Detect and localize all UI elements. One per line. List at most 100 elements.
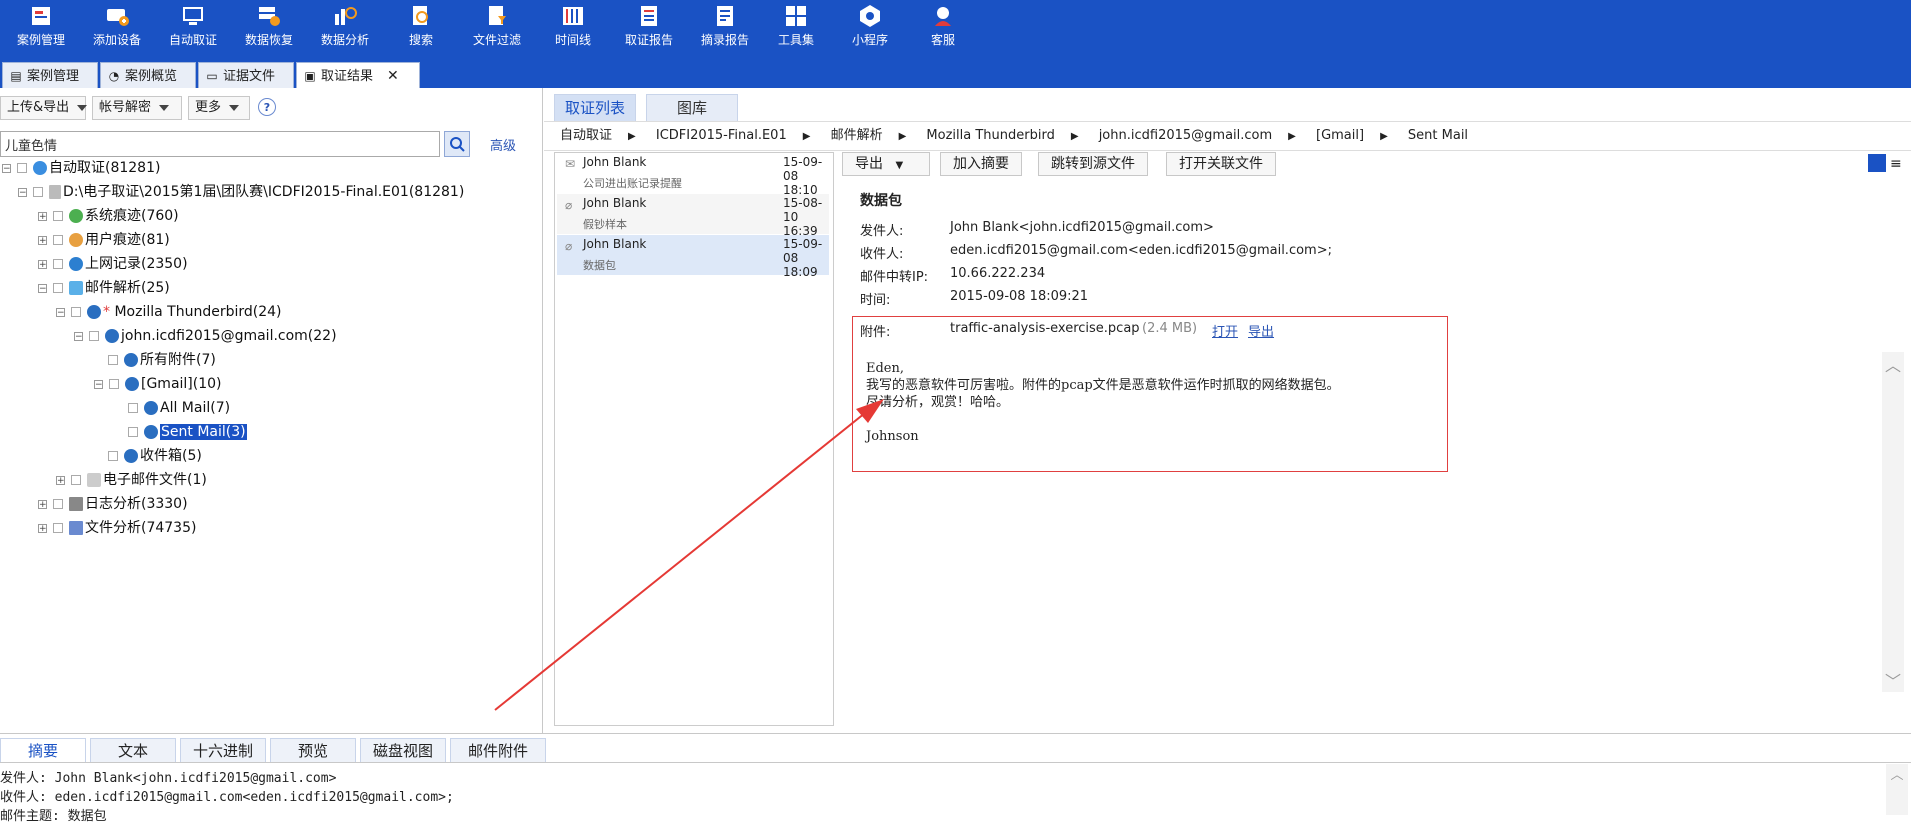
file-filter-button[interactable]: 文件过滤 [462,0,532,52]
tab-preview[interactable]: 预览 [270,738,356,762]
scrollbar[interactable]: ︿ ﹀ [1882,352,1904,692]
mail-list-item[interactable]: ✉ John Blank 15-09-08 18:10 公司进出账记录提醒 [557,153,829,197]
open-attachment-link[interactable]: 打开 [1212,321,1238,340]
checkbox[interactable] [108,355,118,365]
checkbox[interactable] [108,451,118,461]
search-button[interactable]: 搜索 [386,0,456,52]
breadcrumb-item[interactable]: Sent Mail [1408,128,1468,143]
checkbox[interactable] [53,211,63,221]
checkbox[interactable] [33,187,43,197]
tree-node-inbox[interactable]: 收件箱(5) [108,446,202,466]
grid-view-icon[interactable] [1868,154,1886,172]
collapse-icon[interactable]: − [2,163,11,173]
tab-forensic-result[interactable]: ▣ 取证结果 ✕ [296,62,420,89]
breadcrumb-item[interactable]: 自动取证 [560,128,612,143]
tab-case-manage[interactable]: ▤ 案例管理 [2,62,98,88]
add-excerpt-button[interactable]: 加入摘要 [940,152,1022,176]
tab-forensic-list[interactable]: 取证列表 [554,94,637,121]
export-dropdown[interactable]: 导出 ▼ [842,152,930,176]
toolkit-button[interactable]: 工具集 [761,0,831,52]
tree-node-sent-mail[interactable]: Sent Mail(3) [128,422,247,442]
tab-disk-view[interactable]: 磁盘视图 [360,738,446,762]
export-attachment-link[interactable]: 导出 [1248,321,1274,340]
checkbox[interactable] [128,427,138,437]
auto-forensic-button[interactable]: 自动取证 [158,0,228,52]
breadcrumb-item[interactable]: john.icdfi2015@gmail.com [1099,128,1272,143]
add-device-button[interactable]: 添加设备 [82,0,152,52]
expand-icon[interactable]: + [38,523,47,533]
tree-node-mail-parse[interactable]: − 邮件解析(25) [38,278,170,298]
tab-case-overview[interactable]: ◔ 案例概览 [100,62,196,88]
checkbox[interactable] [53,235,63,245]
expand-icon[interactable]: + [38,211,47,221]
tree-node-email-files[interactable]: + 电子邮件文件(1) [56,470,207,490]
mail-list-item[interactable]: ⌀ John Blank 15-08-10 16:39 假钞样本 [557,194,829,238]
tab-mail-attachment[interactable]: 邮件附件 [450,738,546,762]
case-manage-button[interactable]: 案例管理 [6,0,76,52]
breadcrumb-item[interactable]: 邮件解析 [831,128,883,143]
checkbox[interactable] [128,403,138,413]
close-icon[interactable]: ✕ [387,68,399,84]
search-submit-button[interactable] [444,131,470,157]
tree-node-all-attachments[interactable]: 所有附件(7) [108,350,216,370]
collapse-icon[interactable]: − [56,307,65,317]
expand-icon[interactable]: + [38,235,47,245]
mail-list-item-selected[interactable]: ⌀ John Blank 15-09-08 18:09 数据包 [557,235,829,279]
checkbox[interactable] [53,259,63,269]
help-icon[interactable]: ? [258,98,276,116]
checkbox[interactable] [53,499,63,509]
tree-node-log-analysis[interactable]: + 日志分析(3330) [38,494,188,514]
checkbox[interactable] [53,523,63,533]
checkbox[interactable] [71,475,81,485]
expand-icon[interactable]: + [56,475,65,485]
advanced-search-link[interactable]: 高级 [490,135,516,154]
checkbox[interactable] [89,331,99,341]
list-view-icon[interactable]: ≡ [1890,156,1902,172]
breadcrumb-item[interactable]: ICDFI2015-Final.E01 [656,128,787,143]
excerpt-report-button[interactable]: 摘录报告 [690,0,760,52]
data-recovery-button[interactable]: 数据恢复 [234,0,304,52]
expand-icon[interactable]: + [38,259,47,269]
tab-gallery[interactable]: 图库 [646,94,738,121]
tree-node-thunderbird[interactable]: − * Mozilla Thunderbird(24) [56,302,281,322]
account-decrypt-dropdown[interactable]: 帐号解密 [92,96,182,120]
report-button[interactable]: 取证报告 [614,0,684,52]
checkbox[interactable] [71,307,81,317]
tree-node-auto-forensic[interactable]: − 自动取证(81281) [2,158,160,178]
tab-hex[interactable]: 十六进制 [180,738,266,762]
search-input[interactable] [0,131,440,157]
collapse-icon[interactable]: − [38,283,47,293]
checkbox[interactable] [109,379,119,389]
scroll-down-icon[interactable]: ﹀ [1882,668,1904,692]
tab-evidence-file[interactable]: ▭ 证据文件 [198,62,294,88]
tree-node-file-analysis[interactable]: + 文件分析(74735) [38,518,196,538]
open-related-button[interactable]: 打开关联文件 [1166,152,1276,176]
customer-service-button[interactable]: 客服 [908,0,978,52]
checkbox[interactable] [17,163,27,173]
collapse-icon[interactable]: − [74,331,83,341]
tree-node-all-mail[interactable]: All Mail(7) [128,398,230,418]
breadcrumb-item[interactable]: [Gmail] [1316,128,1364,143]
tab-summary[interactable]: 摘要 [0,738,86,762]
data-analysis-button[interactable]: 数据分析 [310,0,380,52]
tree-node-web-records[interactable]: + 上网记录(2350) [38,254,188,274]
timeline-button[interactable]: 时间线 [538,0,608,52]
scroll-up-icon[interactable]: ︿ [1890,768,1903,783]
upload-export-dropdown[interactable]: 上传&导出 [0,96,88,120]
tab-text[interactable]: 文本 [90,738,176,762]
collapse-icon[interactable]: − [18,187,27,197]
tree-node-gmail[interactable]: − [Gmail](10) [94,374,222,394]
tree-node-account[interactable]: − john.icdfi2015@gmail.com(22) [74,326,337,346]
scroll-up-icon[interactable]: ︿ [1882,352,1904,376]
checkbox[interactable] [53,283,63,293]
breadcrumb-item[interactable]: Mozilla Thunderbird [926,128,1054,143]
collapse-icon[interactable]: − [94,379,103,389]
expand-icon[interactable]: + [38,499,47,509]
scrollbar[interactable]: ︿ [1886,764,1908,815]
tree-node-system-traces[interactable]: + 系统痕迹(760) [38,206,179,226]
mini-program-button[interactable]: 小程序 [835,0,905,52]
tree-node-evidence-image[interactable]: − D:\电子取证\2015第1届\团队赛\ICDFI2015-Final.E01… [18,182,464,202]
more-dropdown[interactable]: 更多 [188,96,250,120]
jump-source-button[interactable]: 跳转到源文件 [1038,152,1148,176]
tree-node-user-traces[interactable]: + 用户痕迹(81) [38,230,170,250]
